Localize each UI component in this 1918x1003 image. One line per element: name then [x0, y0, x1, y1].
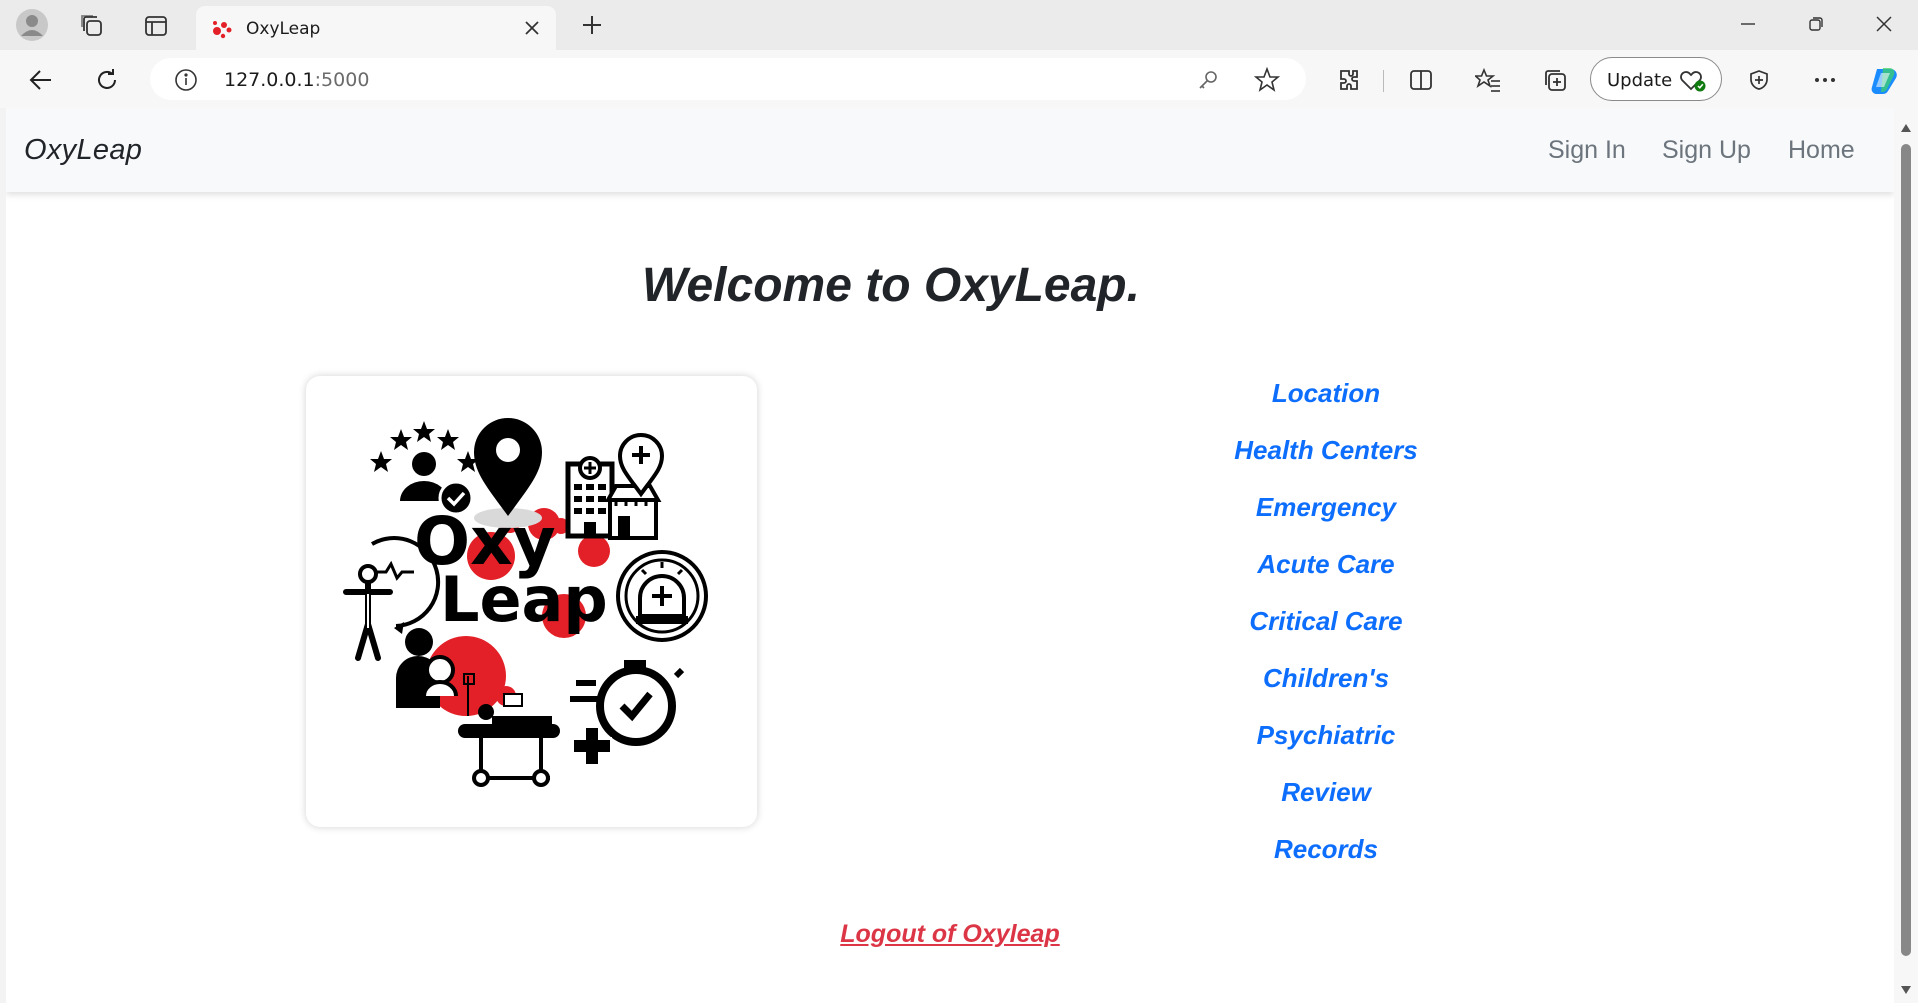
brand-logo-text[interactable]: OxyLeap	[24, 134, 142, 167]
link-records[interactable]: Records	[1126, 834, 1526, 865]
link-review[interactable]: Review	[1126, 777, 1526, 808]
minimize-icon[interactable]	[1736, 12, 1760, 36]
link-emergency[interactable]: Emergency	[1126, 492, 1526, 523]
nav-home[interactable]: Home	[1788, 136, 1855, 165]
back-icon[interactable]	[26, 65, 56, 95]
active-tab[interactable]: OxyLeap	[196, 6, 556, 50]
link-location[interactable]: Location	[1126, 378, 1526, 409]
link-critical-care[interactable]: Critical Care	[1126, 606, 1526, 637]
profile-avatar-icon[interactable]	[14, 7, 50, 43]
new-tab-icon[interactable]	[578, 11, 606, 39]
more-options-icon[interactable]	[1810, 65, 1840, 95]
link-psychiatric[interactable]: Psychiatric	[1126, 720, 1526, 751]
split-screen-icon[interactable]	[1406, 65, 1436, 95]
svg-text:Leap: Leap	[440, 563, 608, 636]
page-viewport: OxyLeap Sign In Sign Up Home Welcome to …	[6, 108, 1894, 1003]
close-tab-icon[interactable]	[522, 18, 542, 38]
favorite-star-icon[interactable]	[1253, 66, 1281, 97]
refresh-icon[interactable]	[92, 65, 122, 95]
copilot-icon[interactable]	[1868, 62, 1904, 98]
browser-essentials-icon[interactable]	[1744, 65, 1774, 95]
scroll-thumb[interactable]	[1901, 144, 1911, 956]
logout-link[interactable]: Logout of Oxyleap	[840, 920, 1059, 948]
update-button[interactable]: Update	[1590, 57, 1722, 101]
oxyleap-logo-card: Oxy Leap	[306, 376, 757, 827]
top-navbar: OxyLeap Sign In Sign Up Home	[6, 108, 1894, 192]
page-scrollbar[interactable]	[1894, 108, 1918, 1003]
scroll-up-icon[interactable]	[1900, 118, 1912, 137]
collections-icon[interactable]	[1540, 65, 1570, 95]
nav-sign-up[interactable]: Sign Up	[1662, 136, 1751, 165]
page-title: Welcome to OxyLeap.	[642, 259, 1140, 312]
site-info-icon[interactable]	[174, 68, 198, 96]
workspaces-icon[interactable]	[76, 10, 108, 42]
close-window-icon[interactable]	[1872, 12, 1896, 36]
browser-toolbar: 127.0.0.1:5000 Update	[0, 50, 1918, 108]
toolbar-divider	[1383, 70, 1384, 92]
link-acute-care[interactable]: Acute Care	[1126, 549, 1526, 580]
link-childrens[interactable]: Children's	[1126, 663, 1526, 694]
nav-sign-in[interactable]: Sign In	[1548, 136, 1626, 165]
tab-strip: OxyLeap	[0, 0, 1918, 50]
link-health-centers[interactable]: Health Centers	[1126, 435, 1526, 466]
update-heart-icon	[1679, 67, 1707, 97]
url-text[interactable]: 127.0.0.1:5000	[224, 69, 369, 91]
oxyleap-favicon-icon	[210, 18, 234, 44]
update-label: Update	[1607, 70, 1673, 91]
address-bar[interactable]: 127.0.0.1:5000	[150, 58, 1306, 100]
logout-row: Logout of Oxyleap	[6, 920, 1894, 949]
extensions-icon[interactable]	[1334, 65, 1364, 95]
favorites-icon[interactable]	[1473, 65, 1503, 95]
password-key-icon[interactable]	[1196, 68, 1220, 96]
tab-title: OxyLeap	[246, 19, 321, 39]
oxyleap-logo-icon: Oxy Leap	[343, 418, 708, 787]
scroll-down-icon[interactable]	[1900, 980, 1912, 999]
vertical-tabs-icon[interactable]	[140, 10, 172, 42]
restore-icon[interactable]	[1804, 12, 1828, 36]
